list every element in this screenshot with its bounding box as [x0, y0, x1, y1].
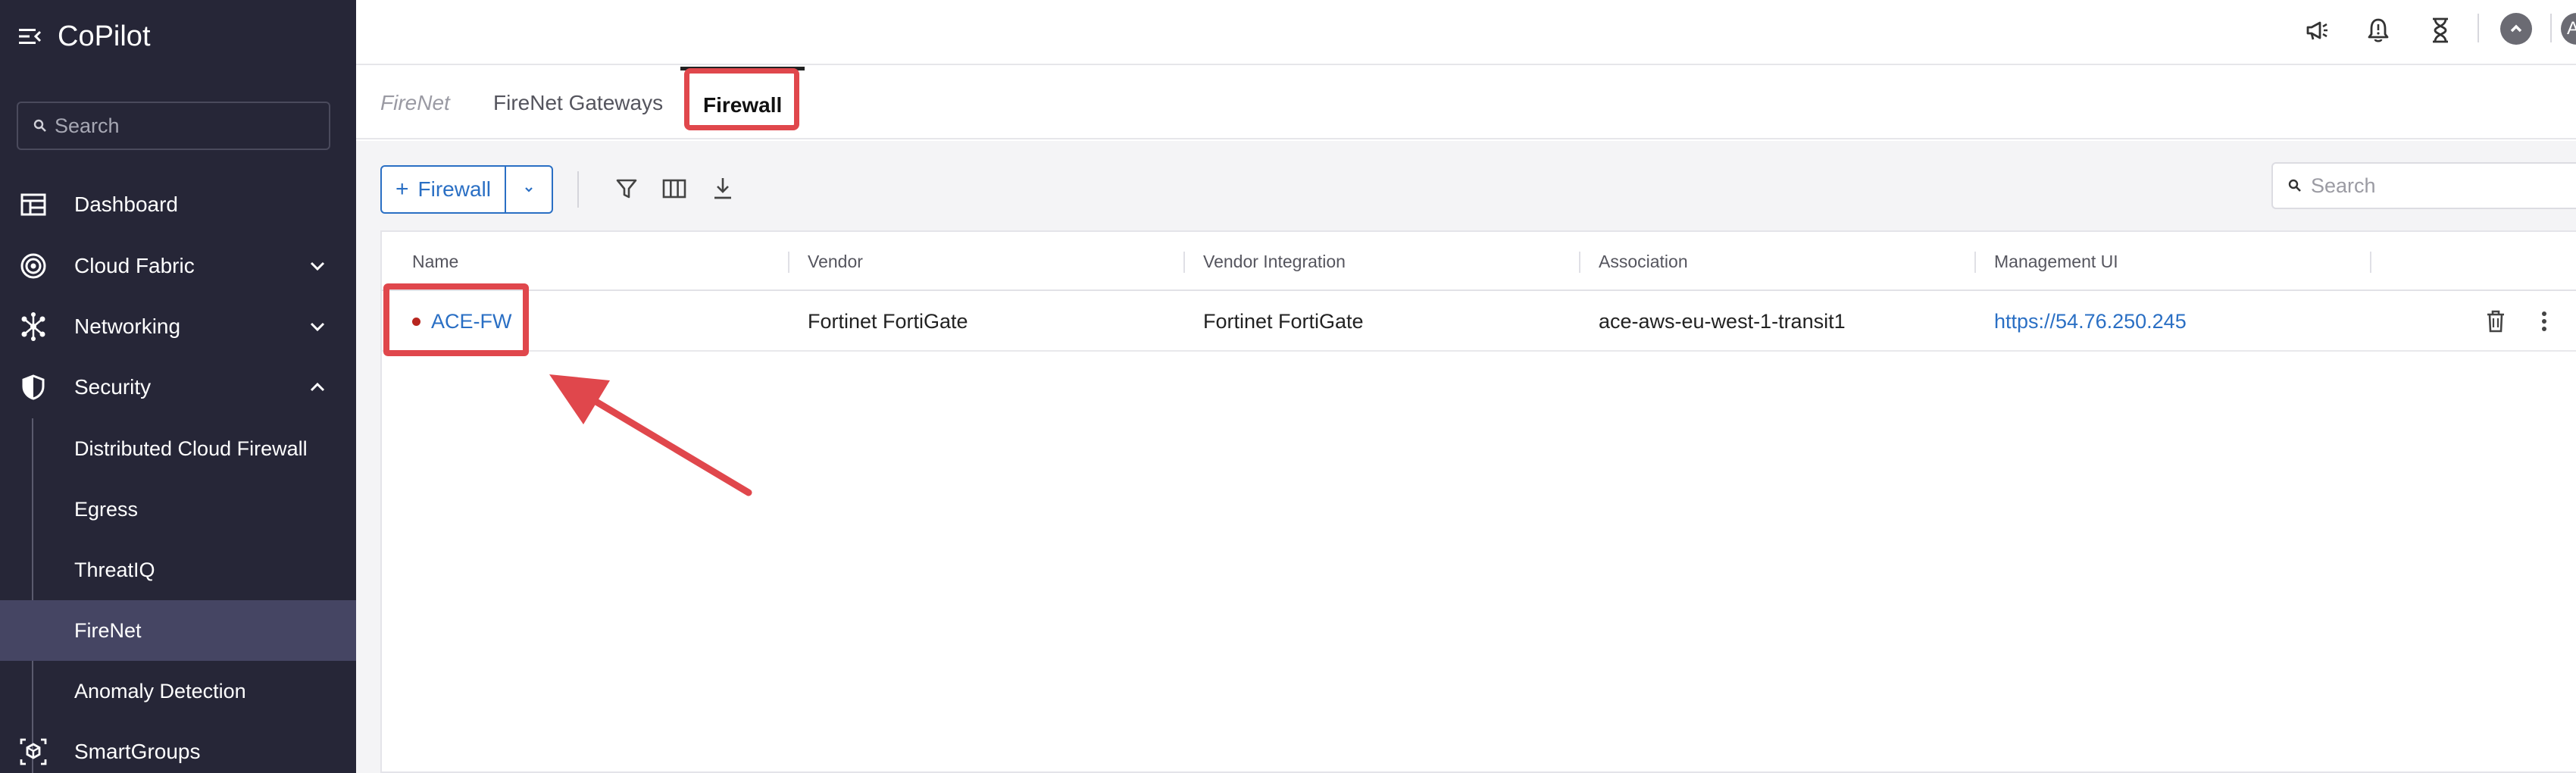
chevron-down-icon [310, 261, 325, 271]
more-options-icon[interactable] [2529, 306, 2559, 336]
sidebar-item-label: Networking [74, 315, 181, 338]
sidebar-item-label: Cloud Fabric [74, 254, 195, 277]
management-ui-link[interactable]: https://54.76.250.245 [1994, 291, 2187, 352]
table-row[interactable]: ACE-FW Fortinet FortiGate Fortinet Forti… [382, 291, 2576, 352]
status-dot [412, 317, 420, 326]
toolbar-divider [577, 171, 579, 208]
firewall-name-cell: ACE-FW [412, 291, 511, 352]
topbar-divider [2478, 14, 2479, 42]
sidebar-item-label: Dashboard [74, 192, 178, 216]
sidebar-subitem-egress[interactable]: Egress [0, 479, 356, 540]
sidebar: CoPilot Dashboard Cloud Fabric Networkin… [0, 0, 356, 773]
dashboard-icon [18, 189, 48, 220]
column-header-name[interactable]: Name [412, 232, 458, 291]
sidebar-subitem-distributed-cloud-firewall[interactable]: Distributed Cloud Firewall [0, 418, 356, 479]
add-firewall-button-group: + Firewall [380, 165, 553, 214]
topbar-divider [2550, 14, 2552, 42]
smartgroups-icon [18, 737, 48, 767]
avatar[interactable]: A [2561, 13, 2576, 45]
sidebar-subitem-label: Egress [74, 497, 139, 521]
firewall-name-link[interactable]: ACE-FW [431, 310, 511, 333]
hourglass-icon[interactable] [2425, 15, 2456, 45]
networking-icon [18, 311, 48, 342]
delete-icon[interactable] [2481, 306, 2511, 336]
sidebar-subitem-label: ThreatIQ [74, 558, 155, 581]
sidebar-subitem-threatiq[interactable]: ThreatIQ [0, 540, 356, 600]
firewall-table: Name Vendor Vendor Integration Associati… [380, 230, 2576, 773]
sidebar-item-dashboard[interactable]: Dashboard [0, 174, 356, 235]
upgrade-icon[interactable] [2500, 13, 2532, 45]
columns-icon[interactable] [660, 174, 689, 203]
chevron-down-icon [525, 187, 533, 192]
bell-icon[interactable] [2363, 15, 2393, 45]
app-title: CoPilot [58, 20, 151, 52]
tab-firenet[interactable]: FireNet [380, 67, 450, 139]
sidebar-item-cloud-fabric[interactable]: Cloud Fabric [0, 236, 356, 296]
brand: CoPilot [17, 15, 151, 58]
megaphone-icon[interactable] [2302, 15, 2332, 45]
sidebar-subitem-label: FireNet [74, 618, 142, 642]
column-divider [1183, 252, 1185, 273]
sidebar-subitem-label: Distributed Cloud Firewall [74, 437, 308, 460]
sidebar-subitem-firenet[interactable]: FireNet [0, 600, 356, 661]
search-icon [33, 119, 46, 132]
chevron-down-icon [310, 322, 325, 332]
table-search-input[interactable] [2311, 174, 2568, 198]
sidebar-item-security[interactable]: Security [0, 357, 356, 418]
tab-bar: FireNet FireNet Gateways Firewall [356, 67, 2576, 139]
sidebar-item-label: SmartGroups [74, 740, 201, 763]
sidebar-item-label: Security [74, 375, 152, 399]
top-bar: A [356, 0, 2576, 65]
vendor-integration-cell: Fortinet FortiGate [1203, 309, 1364, 333]
sidebar-subitem-anomaly-detection[interactable]: Anomaly Detection [0, 661, 356, 721]
column-divider [788, 252, 789, 273]
table-header: Name Vendor Vendor Integration Associati… [382, 232, 2576, 291]
column-header-vendor[interactable]: Vendor [808, 232, 863, 291]
column-header-association[interactable]: Association [1599, 232, 1688, 291]
collapse-menu-icon[interactable] [17, 23, 42, 49]
sidebar-search[interactable] [17, 102, 330, 150]
tab-firewall[interactable]: Firewall [680, 67, 805, 139]
add-options-dropdown[interactable] [506, 167, 552, 212]
association-cell: ace-aws-eu-west-1-transit1 [1599, 309, 1846, 333]
column-divider [1579, 252, 1580, 273]
column-divider [1974, 252, 1976, 273]
sidebar-item-networking[interactable]: Networking [0, 296, 356, 357]
column-divider [2370, 252, 2371, 273]
sidebar-search-input[interactable] [55, 114, 312, 138]
column-header-management-ui[interactable]: Management UI [1994, 232, 2118, 291]
add-firewall-button[interactable]: + Firewall [382, 167, 506, 212]
sidebar-item-smartgroups[interactable]: SmartGroups [0, 721, 356, 773]
chevron-up-icon [310, 382, 325, 392]
plus-icon: + [395, 177, 409, 202]
filter-icon[interactable] [612, 174, 641, 203]
column-header-vendor-integration[interactable]: Vendor Integration [1203, 232, 1346, 291]
add-firewall-label: Firewall [417, 177, 491, 201]
download-icon[interactable] [708, 174, 737, 203]
shield-icon [18, 372, 48, 402]
tab-firenet-gateways[interactable]: FireNet Gateways [493, 67, 663, 139]
vendor-cell: Fortinet FortiGate [808, 309, 968, 333]
search-icon [2288, 179, 2301, 192]
sidebar-subitem-label: Anomaly Detection [74, 679, 246, 703]
cloud-fabric-icon [18, 251, 48, 281]
table-search[interactable] [2271, 162, 2576, 209]
